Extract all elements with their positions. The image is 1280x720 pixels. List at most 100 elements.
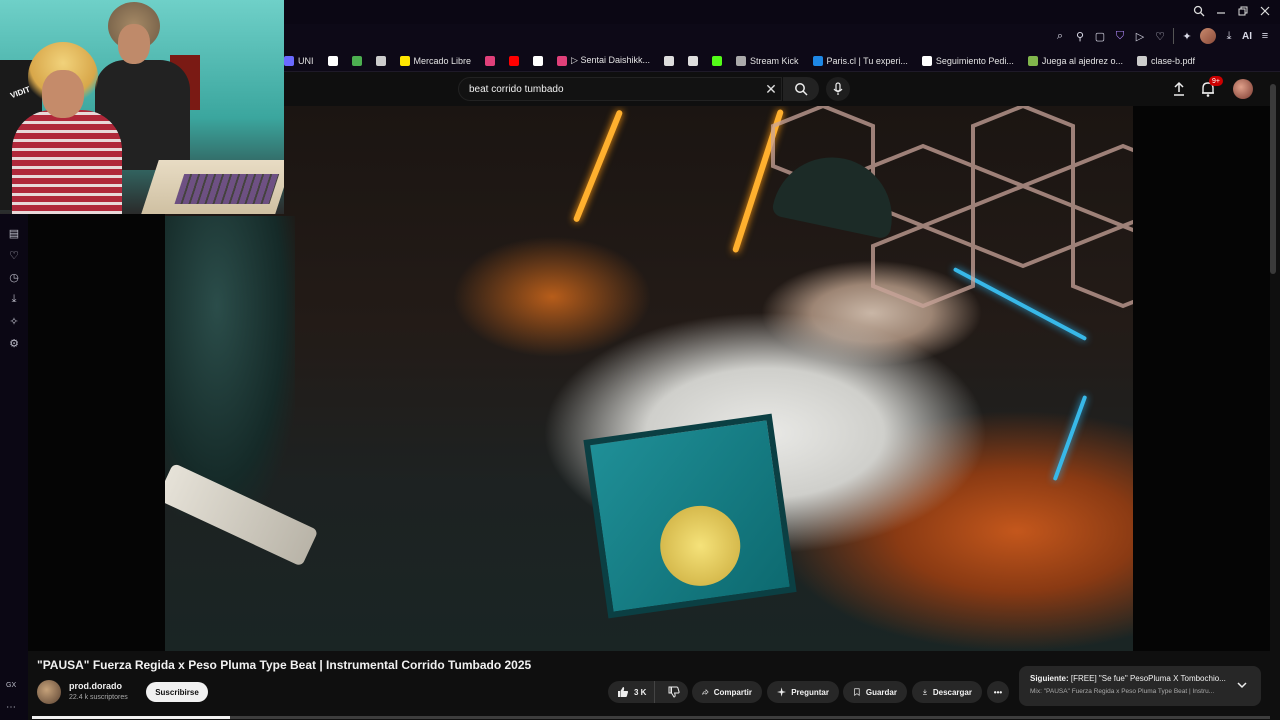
bookmark-item[interactable]: Mercado Libre — [399, 55, 472, 66]
bookmark-item[interactable]: UNI — [284, 55, 314, 66]
history-icon[interactable]: ◷ — [7, 270, 21, 284]
page-scrollbar[interactable] — [1270, 84, 1276, 274]
thumbs-up-icon — [618, 687, 629, 697]
bookmark-item[interactable] — [687, 55, 698, 66]
puzzle-icon[interactable]: ✦ — [1180, 28, 1194, 44]
a-icon — [533, 55, 544, 66]
video-frame — [165, 106, 1133, 651]
video-progress-fill — [32, 716, 231, 719]
x-icon — [327, 55, 338, 66]
bookmark-item[interactable]: ▷ Sentai Daishikk... — [557, 55, 650, 66]
like-button[interactable]: 3 K — [608, 681, 656, 703]
channel-name[interactable]: prod.dorado — [69, 681, 122, 691]
heart-icon[interactable]: ♡ — [7, 248, 21, 262]
bookmark-item[interactable]: Stream Kick — [735, 55, 799, 66]
browser-window: ⌕ ⚲ ▢ ⛉ ▷ ♡ ✦ ⤓ AI ≡ UNI Mercado Libre ▷ S… — [0, 0, 1280, 720]
bookmark-item[interactable] — [327, 55, 338, 66]
bookmark-label: Juega al ajedrez o... — [1041, 55, 1123, 66]
wallet-icon[interactable]: ▤ — [7, 226, 21, 240]
search-query: beat corrido tumbado — [469, 83, 564, 95]
up-next-title: Siguiente: [FREE] "Se fue" PesoPluma X T… — [1030, 674, 1230, 683]
microphone-icon — [833, 82, 843, 95]
toolbar-separator — [1173, 28, 1174, 44]
avatar[interactable] — [1233, 79, 1253, 99]
subscribe-button[interactable]: Suscribirse — [146, 682, 208, 702]
download-icon[interactable]: ⤓ — [7, 292, 21, 306]
restore-icon[interactable] — [1234, 2, 1252, 20]
neon-light — [572, 109, 624, 223]
download-icon — [922, 689, 927, 695]
settings-icon[interactable]: ⚙ — [7, 336, 21, 350]
bookmark-label: UNI — [298, 55, 314, 66]
clear-search-icon[interactable]: ✕ — [762, 79, 780, 99]
bookmark-item[interactable] — [533, 55, 544, 66]
bookmark-item[interactable] — [485, 55, 496, 66]
bookmark-item[interactable] — [663, 55, 674, 66]
bookmark-icon[interactable]: ⚲ — [1073, 28, 1087, 44]
heart-icon[interactable]: ♡ — [1153, 28, 1167, 44]
keyboard-keys — [174, 174, 280, 204]
chevron-down-icon[interactable] — [1235, 678, 1249, 692]
bookmark-item[interactable] — [711, 55, 722, 66]
bookmark-item[interactable]: Paris.cl | Tu experi... — [812, 55, 908, 66]
bookmark-favicon-icon — [557, 55, 568, 66]
play-icon[interactable]: ▷ — [1133, 28, 1147, 44]
youtube-icon — [509, 55, 520, 66]
subscriber-count: 22.4 k suscriptores — [69, 694, 128, 701]
more-actions-button[interactable]: ••• — [987, 681, 1009, 703]
bookmark-item[interactable]: clase-b.pdf — [1136, 55, 1196, 66]
browser-sidebar: ▤ ♡ ◷ ⤓ ✧ ⚙ GX ⋯ — [0, 214, 28, 720]
channel-avatar[interactable] — [37, 680, 61, 704]
profile-icon[interactable] — [1200, 28, 1216, 44]
bookmark-item[interactable]: Seguimiento Pedi... — [921, 55, 1014, 66]
bookmark-label: clase-b.pdf — [1150, 55, 1196, 66]
search-button[interactable] — [783, 77, 819, 101]
webcam-person-1-body — [12, 110, 122, 214]
video-progress-bar[interactable] — [32, 716, 1270, 719]
more-icon[interactable]: ⋯ — [6, 702, 16, 713]
search-icon — [795, 83, 808, 96]
save-button[interactable]: Guardar — [843, 681, 907, 703]
monster-icon — [375, 55, 386, 66]
shield-icon[interactable]: ⛉ — [1113, 28, 1127, 44]
bookmark-label: Mercado Libre — [413, 55, 472, 66]
bookmark-item[interactable] — [375, 55, 386, 66]
close-icon[interactable] — [1256, 2, 1274, 20]
bookmark-item[interactable]: Juega al ajedrez o... — [1027, 55, 1123, 66]
hexagon-ceiling-graphic — [771, 106, 1133, 309]
menu-icon[interactable]: ≡ — [1258, 28, 1272, 44]
share-button[interactable]: Compartir — [692, 681, 762, 703]
download-button[interactable]: Descargar — [912, 681, 982, 703]
bookmark-favicon-icon — [1136, 55, 1147, 66]
bookmark-favicon-icon — [921, 55, 932, 66]
record-icon — [663, 55, 674, 66]
minimize-icon[interactable] — [1212, 2, 1230, 20]
ask-button[interactable]: Preguntar — [767, 681, 839, 703]
s-icon — [687, 55, 698, 66]
voice-search-button[interactable] — [826, 77, 850, 101]
k-icon — [711, 55, 722, 66]
zoom-icon[interactable]: ⌕ — [1053, 28, 1067, 44]
search-icon[interactable] — [1190, 2, 1208, 20]
share-icon — [702, 689, 709, 695]
up-next-card[interactable]: Siguiente: [FREE] "Se fue" PesoPluma X T… — [1019, 666, 1261, 706]
download-label: Descargar — [932, 687, 972, 697]
save-icon — [854, 688, 860, 696]
dislike-button[interactable] — [660, 681, 688, 703]
bookmark-favicon-icon — [284, 55, 294, 66]
snapshot-icon[interactable]: ▢ — [1093, 28, 1107, 44]
create-button[interactable] — [1170, 80, 1188, 98]
search-input[interactable]: beat corrido tumbado — [458, 77, 782, 101]
gx-label: GX — [6, 682, 17, 689]
bookmark-item[interactable] — [351, 55, 362, 66]
bookmark-item[interactable] — [509, 55, 520, 66]
shirt-print-graphic — [583, 413, 797, 619]
save-label: Guardar — [865, 687, 897, 697]
notification-badge: 9+ — [1209, 76, 1223, 86]
bookmark-favicon-icon — [399, 55, 410, 66]
extensions-icon[interactable]: ✧ — [7, 314, 21, 328]
download-icon[interactable]: ⤓ — [1222, 28, 1236, 44]
upload-icon — [1174, 81, 1184, 96]
ai-icon[interactable]: AI — [1242, 28, 1252, 44]
window-controls — [1190, 2, 1274, 20]
